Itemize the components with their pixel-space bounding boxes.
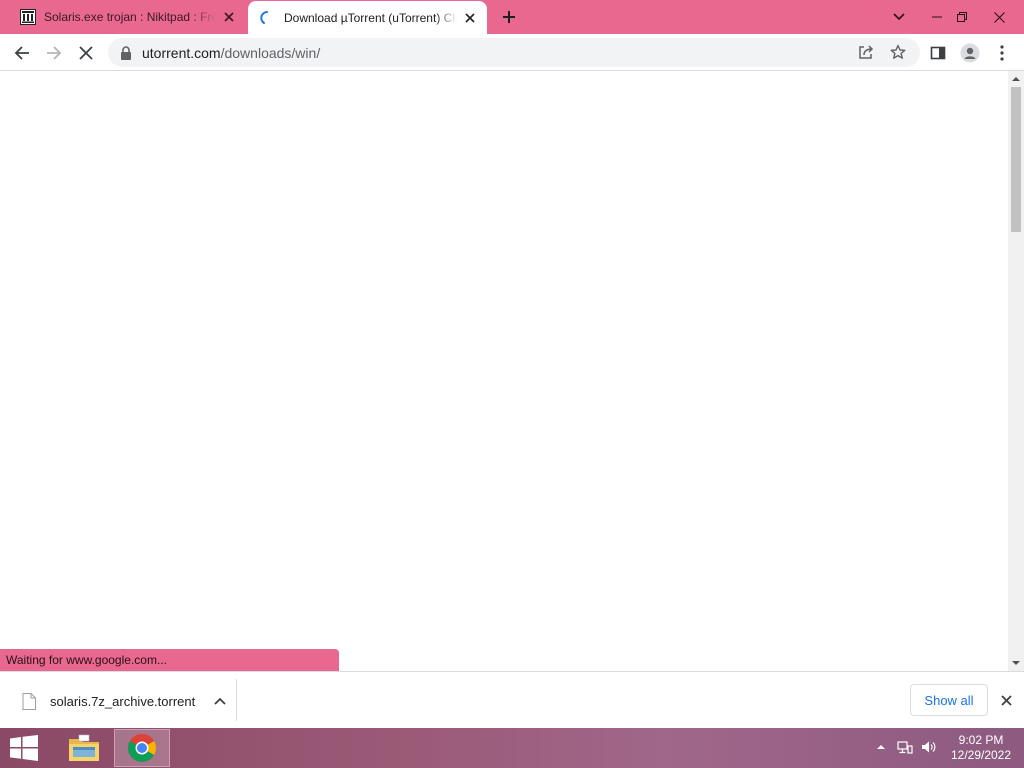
taskbar-file-explorer[interactable] [56,729,112,767]
loading-spinner-icon [260,10,268,24]
tray-network[interactable] [896,738,914,756]
close-icon [1000,694,1012,706]
tab-title: Download µTorrent (uTorrent) Client [284,10,457,25]
share-icon [859,45,874,59]
url-path: /downloads/win/ [220,44,321,61]
download-shelf: solaris.7z_archive.torrent Show all [0,671,1024,728]
more-vert-icon [1000,45,1004,61]
divider [236,679,237,721]
share-button[interactable] [854,40,878,64]
taskbar-clock[interactable]: 9:02 PM 12/29/2022 [944,733,1018,763]
tab-strip: Solaris.exe trojan : Nikitpad : Free Dow… [0,0,1024,34]
tab-title: Solaris.exe trojan : Nikitpad : Free Dow… [44,10,216,24]
download-options-button[interactable] [210,691,230,711]
clock-time: 9:02 PM [958,733,1004,747]
close-icon[interactable] [461,9,479,27]
scrollbar-thumb[interactable] [1011,87,1021,232]
file-icon [22,692,36,710]
vertical-scrollbar[interactable] [1008,71,1024,671]
side-panel-icon [930,46,946,60]
close-icon [79,46,93,60]
back-button[interactable] [10,41,34,65]
lock-icon [121,45,131,60]
close-shelf-button[interactable] [996,690,1016,710]
restore-button[interactable] [951,6,973,28]
scroll-up-icon[interactable] [1012,75,1020,83]
star-icon [890,44,906,59]
profile-button[interactable] [958,41,982,65]
restore-icon [957,12,967,22]
minimize-button[interactable] [926,6,948,28]
download-item[interactable]: solaris.7z_archive.torrent [12,682,236,720]
file-explorer-icon [69,734,99,761]
stop-button[interactable] [74,41,98,65]
plus-icon [503,11,515,23]
clock-date: 12/29/2022 [950,748,1012,762]
tab-utorrent[interactable]: Download µTorrent (uTorrent) Client [248,1,487,34]
chrome-icon [128,734,156,762]
menu-button[interactable] [990,41,1014,65]
chevron-down-icon [893,13,905,21]
tray-overflow-button[interactable] [872,738,890,756]
page-content [0,71,1008,671]
download-filename: solaris.7z_archive.torrent [50,693,196,709]
forward-button[interactable] [42,41,66,65]
windows-taskbar: 9:02 PM 12/29/2022 [0,728,1024,768]
chevron-up-icon [877,745,885,749]
taskbar-chrome[interactable] [114,729,170,767]
avatar-icon [960,43,980,63]
start-button[interactable] [6,734,42,762]
speaker-icon [922,741,936,753]
library-icon [20,9,36,25]
new-tab-button[interactable] [499,7,519,27]
scroll-down-icon[interactable] [1012,659,1020,667]
tab-solaris[interactable]: Solaris.exe trojan : Nikitpad : Free Dow… [10,0,246,34]
arrow-right-icon [47,46,62,60]
address-bar[interactable]: utorrent.com/downloads/win/ [108,38,920,67]
tab-search-button[interactable] [888,6,910,28]
url-host: utorrent.com [142,44,221,61]
close-icon[interactable] [220,8,238,26]
url-text[interactable]: utorrent.com/downloads/win/ [142,45,320,61]
close-icon [993,11,1005,23]
status-bubble: Waiting for www.google.com... [0,649,339,671]
chevron-up-icon [214,697,226,705]
close-window-button[interactable] [988,6,1010,28]
network-icon [897,741,913,754]
minimize-icon [932,16,942,18]
tray-volume[interactable] [920,738,938,756]
bookmark-button[interactable] [886,40,910,64]
side-panel-button[interactable] [926,41,950,65]
browser-toolbar: utorrent.com/downloads/win/ [0,34,1024,71]
windows-logo-icon [10,735,38,761]
arrow-left-icon [14,46,29,60]
show-all-button[interactable]: Show all [910,684,988,716]
